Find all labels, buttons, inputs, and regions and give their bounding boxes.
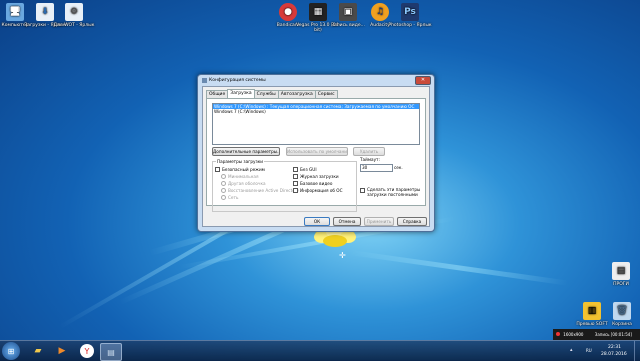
close-button[interactable]: ✕ bbox=[415, 76, 431, 85]
minimal-radio[interactable]: Минимальная bbox=[221, 174, 259, 179]
boot-tab-page: Windows 7 (C:\Windows) : Текущая операци… bbox=[206, 98, 426, 212]
desktop-icon-wot[interactable]: ⚙ Для WOT - Ярлык bbox=[52, 3, 96, 28]
taskbar: ⊞ ▰ ▶ Y ▤ RU ▴ 22:31 28.07.2016 bbox=[0, 340, 640, 361]
computer-icon: 🖥 bbox=[6, 3, 24, 21]
vegas-pro-icon: ▦ bbox=[309, 3, 327, 21]
radio-dot bbox=[221, 181, 226, 186]
folder-shortcut-icon: ⚙ bbox=[65, 3, 83, 21]
progi-icon: ▤ bbox=[612, 262, 630, 280]
start-button[interactable]: ⊞ bbox=[2, 342, 20, 360]
cancel-button[interactable]: Отмена bbox=[333, 217, 361, 226]
folder-icon: ▰ bbox=[34, 346, 42, 356]
boot-options-group: Параметры загрузки Безопасный режим Мини… bbox=[212, 159, 357, 212]
show-desktop-button[interactable] bbox=[634, 341, 640, 361]
timeout-label: Таймаут: bbox=[360, 157, 380, 162]
mouse-cursor-icon: ✛ bbox=[339, 251, 346, 260]
recording-label: Запись [00:01:54] bbox=[594, 332, 632, 337]
window-title: Конфигурация системы bbox=[209, 77, 266, 83]
timeout-input[interactable]: 30 bbox=[360, 164, 393, 172]
taskbar-explorer-button[interactable]: ▰ bbox=[28, 343, 48, 359]
timeout-unit: сек. bbox=[394, 165, 403, 170]
checkbox-box bbox=[215, 167, 220, 172]
network-radio[interactable]: Сеть bbox=[221, 195, 238, 200]
media-player-icon: ▶ bbox=[58, 346, 66, 356]
taskbar-media-button[interactable]: ▶ bbox=[52, 343, 72, 359]
window-client-area: Общие Загрузка Службы Автозагрузка Серви… bbox=[202, 86, 430, 227]
os-list[interactable]: Windows 7 (C:\Windows) : Текущая операци… bbox=[212, 103, 420, 145]
system-configuration-window[interactable]: Конфигурация системы ✕ Общие Загрузка Сл… bbox=[197, 74, 435, 232]
tray-icons: ▴ bbox=[570, 347, 573, 353]
recording-resolution: 1600x900 bbox=[563, 332, 584, 337]
ok-button[interactable]: ОК bbox=[304, 217, 330, 226]
checkbox-box bbox=[293, 188, 298, 193]
advanced-options-button[interactable]: Дополнительные параметры... bbox=[212, 147, 280, 156]
checkbox-box bbox=[293, 167, 298, 172]
radio-dot bbox=[221, 195, 226, 200]
window-app-icon bbox=[202, 77, 207, 83]
alternate-shell-radio[interactable]: Другая оболочка bbox=[221, 181, 266, 186]
checkbox-box bbox=[293, 174, 298, 179]
boot-log-checkbox[interactable]: Журнал загрузки bbox=[293, 174, 339, 179]
audacity-icon: ♫ bbox=[371, 3, 389, 21]
system-config-icon: ▤ bbox=[107, 347, 115, 357]
clock-date[interactable]: 28.07.2016 bbox=[601, 352, 627, 357]
no-gui-checkbox[interactable]: Без GUI bbox=[293, 167, 317, 172]
os-info-checkbox[interactable]: Информация об ОС bbox=[293, 188, 343, 193]
desktop-icon-progi[interactable]: ▤ ПРОГИ bbox=[599, 262, 640, 287]
os-list-item[interactable]: Windows 7 (C:\Windows) bbox=[213, 109, 419, 114]
safe-boot-checkbox[interactable]: Безопасный режим bbox=[215, 167, 265, 172]
bandicam-icon: ● bbox=[279, 3, 297, 21]
recycle-bin-icon: 🗑 bbox=[613, 302, 631, 320]
checkbox-box bbox=[293, 181, 298, 186]
desktop-icon-recycle-bin[interactable]: 🗑 Корзина bbox=[600, 302, 640, 327]
windows-logo-icon: ⊞ bbox=[7, 346, 15, 356]
set-default-button[interactable]: Использовать по умолчанию bbox=[286, 147, 348, 156]
make-permanent-checkbox[interactable]: Сделать эти параметры загрузки постоянны… bbox=[360, 187, 422, 197]
taskbar-msconfig-button[interactable]: ▤ bbox=[100, 343, 122, 361]
apply-button[interactable]: Применить bbox=[364, 217, 394, 226]
boot-options-legend: Параметры загрузки bbox=[216, 159, 265, 164]
record-dot-icon bbox=[556, 332, 560, 336]
help-button[interactable]: Справка bbox=[397, 217, 427, 226]
base-video-checkbox[interactable]: Базовое видео bbox=[293, 181, 332, 186]
checkbox-box bbox=[360, 188, 365, 193]
delete-button[interactable]: Удалить bbox=[353, 147, 385, 156]
window-titlebar[interactable]: Конфигурация системы bbox=[198, 75, 434, 85]
preview-soft-icon: ▥ bbox=[583, 302, 601, 320]
video-record-icon: ▣ bbox=[339, 3, 357, 21]
desktop-icon-photoshop[interactable]: Ps Photoshop - Ярлык bbox=[388, 3, 432, 28]
wallpaper-streak bbox=[349, 250, 569, 286]
photoshop-icon: Ps bbox=[401, 3, 419, 21]
yandex-browser-icon: Y bbox=[84, 346, 90, 356]
radio-dot bbox=[221, 188, 226, 193]
clock-time[interactable]: 22:31 bbox=[608, 345, 621, 350]
ad-repair-radio[interactable]: Восстановление Active Directory bbox=[221, 188, 299, 193]
taskbar-yandex-button[interactable]: Y bbox=[80, 344, 94, 358]
language-indicator[interactable]: RU bbox=[586, 348, 592, 353]
radio-dot bbox=[221, 174, 226, 179]
recording-overlay: 1600x900 Запись [00:01:54] bbox=[553, 329, 640, 340]
